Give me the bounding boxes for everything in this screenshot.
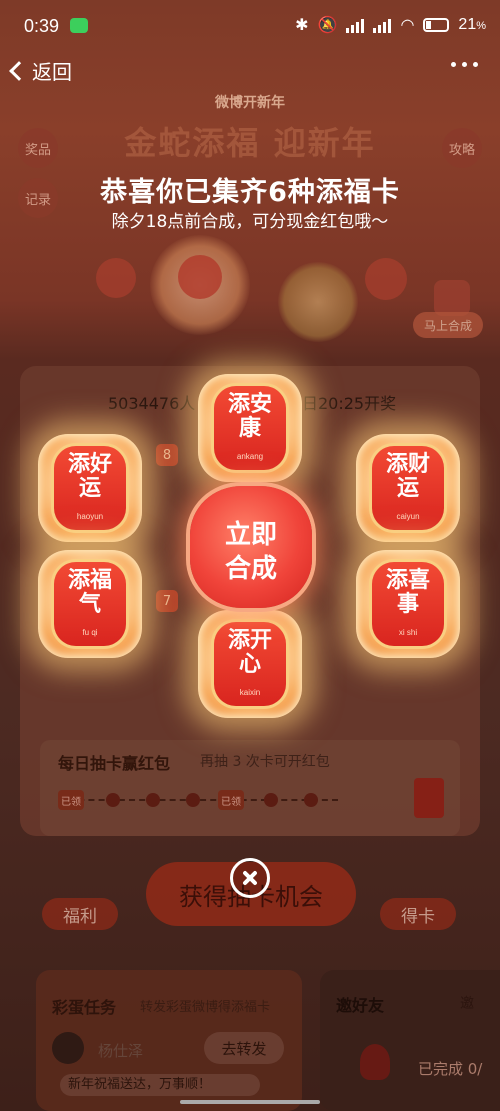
- card-count-badge: 8: [156, 444, 178, 466]
- snake-mascot: [278, 262, 358, 342]
- forward-button[interactable]: 去转发: [204, 1032, 284, 1064]
- card-fuqi[interactable]: 添福气 fu qi: [38, 550, 142, 658]
- status-time: 0:39: [24, 16, 60, 36]
- daily-draw-hint: 再抽 3 次卡可开红包: [200, 754, 330, 770]
- card-pinyin: caiyun: [396, 512, 420, 521]
- daily-draw-section: 每日抽卡赢红包 再抽 3 次卡可开红包 已领 已领: [40, 740, 460, 836]
- card-label: 添喜: [385, 567, 430, 593]
- card-kaixin[interactable]: 添开心 kaixin: [198, 610, 302, 718]
- card-pinyin: fu qi: [82, 628, 98, 637]
- card-label: 心: [238, 651, 261, 677]
- status-icons: ✱ 🔕 ◠ 21%: [295, 15, 486, 35]
- invite-title: 邀好友: [336, 996, 385, 1015]
- merge-shortcut-button[interactable]: 马上合成: [413, 312, 483, 338]
- card-pinyin: xi shi: [398, 628, 418, 637]
- card-label: 运: [78, 475, 101, 501]
- avatar: [52, 1032, 84, 1064]
- prizes-button[interactable]: 奖品: [18, 128, 58, 168]
- progress-dot: [264, 793, 278, 807]
- bluetooth-icon: ✱: [295, 17, 309, 34]
- progress-dot: [186, 793, 200, 807]
- progress-dot: [304, 793, 318, 807]
- home-indicator: [180, 1100, 320, 1104]
- mute-icon: 🔕: [317, 17, 338, 34]
- signal-icon-2: [373, 17, 392, 33]
- wifi-icon: ◠: [400, 17, 415, 34]
- invite-friends: 邀好友 邀 已完成 0/: [320, 970, 500, 1111]
- card-label: 添财: [385, 451, 430, 477]
- welfare-button[interactable]: 福利: [42, 898, 118, 930]
- card-ankang[interactable]: 添安康 ankang: [198, 374, 302, 482]
- invite-subtitle: 邀: [460, 996, 474, 1012]
- task-tip: 新年祝福送达，万事顺！: [60, 1074, 260, 1096]
- close-icon[interactable]: [230, 858, 270, 898]
- person-icon: [360, 1044, 390, 1080]
- event-title: 金蛇添福 迎新年: [124, 124, 376, 162]
- card-label: 添福: [67, 567, 112, 593]
- wechat-icon: [70, 18, 88, 33]
- back-label: 返回: [32, 60, 72, 84]
- card-haoyun[interactable]: 添好运 haoyun: [38, 434, 142, 542]
- card-pinyin: haoyun: [76, 512, 104, 521]
- card-label: 添开: [227, 627, 272, 653]
- mascot-eye: [178, 255, 222, 299]
- overlay-title: 恭喜你已集齐6种添福卡: [100, 177, 400, 208]
- merge-label: 合成: [224, 554, 277, 584]
- draw-time: 日20:25开奖: [302, 394, 397, 413]
- participant-count: 5034476人: [108, 394, 196, 413]
- card-label: 添安: [227, 391, 272, 417]
- card-pinyin: kaixin: [239, 688, 261, 697]
- easter-egg-tasks: 彩蛋任务 转发彩蛋微博得添福卡 杨仕泽 去转发 新年祝福送达，万事顺！: [36, 970, 302, 1111]
- progress-dot: [106, 793, 120, 807]
- user-name: 杨仕泽: [98, 1042, 144, 1060]
- card-label: 事: [396, 591, 419, 617]
- card-label: 气: [78, 591, 101, 617]
- progress-dot: [146, 793, 160, 807]
- chevron-left-icon: [9, 60, 29, 81]
- page: 0:39 ✱ 🔕 ◠ 21% 返回 微博开新年 金蛇添福 迎新年 奖品 记录 攻…: [0, 0, 500, 1111]
- status-bar: 0:39 ✱ 🔕 ◠ 21%: [0, 0, 500, 52]
- battery-level: 21%: [458, 16, 486, 33]
- back-button[interactable]: 返回: [9, 56, 72, 85]
- card-xishi[interactable]: 添喜事 xi shi: [356, 550, 460, 658]
- battery-icon: [423, 18, 450, 32]
- signal-icon: [346, 17, 365, 33]
- invite-progress: 已完成 0/: [418, 1060, 483, 1078]
- card-count-badge: 7: [156, 590, 178, 612]
- daily-draw-title: 每日抽卡赢红包: [58, 754, 171, 773]
- tasks-subtitle: 转发彩蛋微博得添福卡: [140, 1000, 271, 1015]
- lantern-icon: [96, 258, 136, 298]
- guide-button[interactable]: 攻略: [442, 128, 482, 168]
- get-card-button[interactable]: 得卡: [380, 898, 456, 930]
- overlay-subtitle: 除夕18点前合成，可分现金红包哦～: [111, 212, 389, 232]
- merge-now-button[interactable]: 立即 合成: [190, 486, 312, 608]
- tasks-title: 彩蛋任务: [52, 998, 117, 1017]
- progress-tag: 已领: [58, 790, 84, 810]
- card-label: 添好: [67, 451, 112, 477]
- card-label: 康: [238, 415, 261, 441]
- card-label: 运: [396, 475, 419, 501]
- merge-label: 立即: [224, 520, 277, 550]
- daily-progress: 已领 已领: [58, 790, 338, 810]
- event-subtitle: 微博开新年: [215, 95, 285, 111]
- card-caiyun[interactable]: 添财运 caiyun: [356, 434, 460, 542]
- more-menu-button[interactable]: [451, 62, 478, 67]
- card-pinyin: ankang: [236, 452, 264, 461]
- progress-tag: 已领: [218, 790, 244, 810]
- lantern-icon: [365, 258, 407, 300]
- gift-box-icon: [434, 280, 470, 316]
- red-envelope-icon[interactable]: [414, 778, 444, 818]
